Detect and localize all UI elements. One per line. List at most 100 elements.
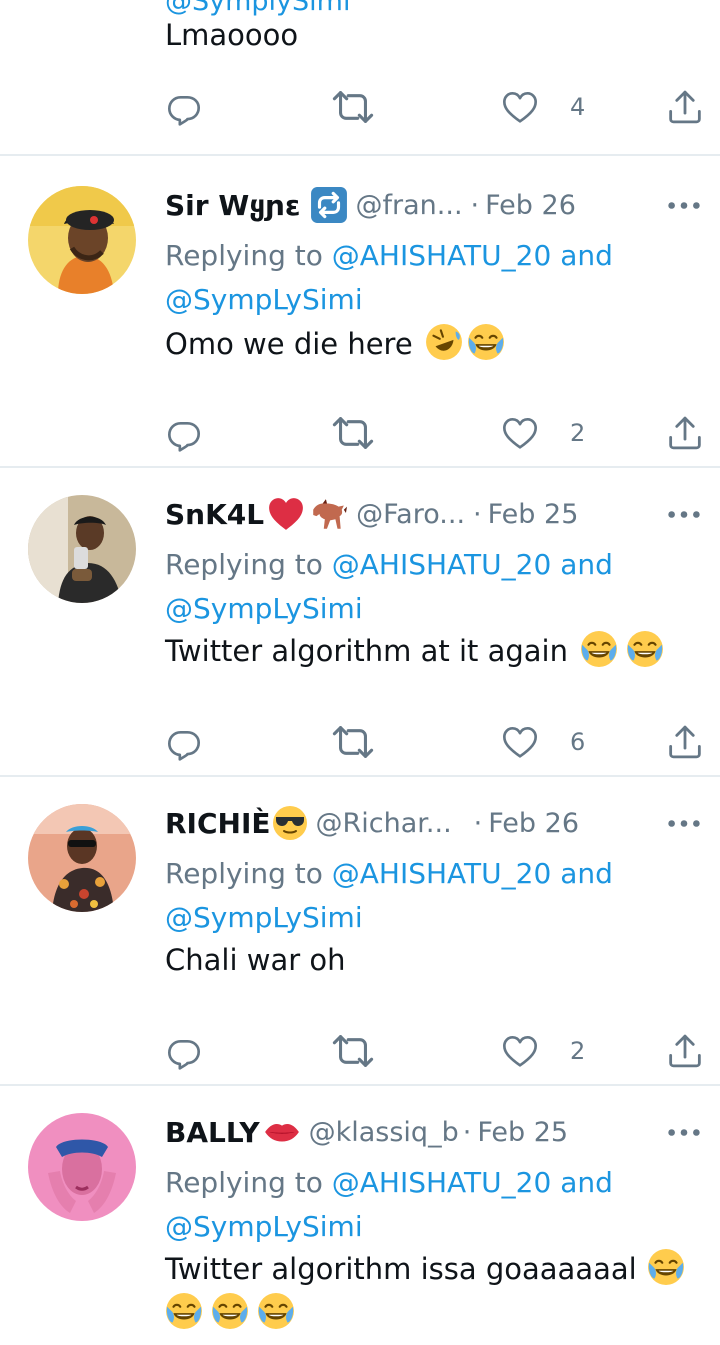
share-icon [664,1030,706,1072]
user-handle[interactable]: @fran... [356,190,463,221]
tweet-text-container: Twitter algorithm issa goaaaaaal [165,1247,710,1335]
mention-link[interactable]: @AHISHATU_20 [332,239,552,272]
tweet-actions: 6 [0,717,720,767]
separator-dot: · [473,807,483,839]
avatar[interactable] [28,186,136,294]
tweet-text: Omo we die here [165,327,413,361]
reply-icon [164,413,204,453]
avatar[interactable] [28,1113,136,1221]
tweet-partial[interactable]: @SymplySimi Lmaoooo 4 [0,0,720,156]
avatar[interactable] [28,804,136,912]
more-icon [667,509,701,520]
replying-to: Replying to @AHISHATU_20 and @SympLySimi [165,234,685,322]
share-button[interactable] [664,408,706,458]
replying-to-label: Replying to [165,548,323,581]
more-button[interactable] [664,188,704,222]
tears-of-joy-emoji [580,630,618,668]
mention-link[interactable]: @SympLySimi [165,1210,363,1243]
reply-icon [164,1031,204,1071]
separator-dot: · [462,1116,472,1148]
tweet[interactable]: RICHIÈ @Richar... · Feb 26 Replying to @… [0,776,720,1086]
tears-of-joy-emoji [626,630,664,668]
and-others-link[interactable]: and [560,1166,613,1199]
replying-to: Replying to @AHISHATU_20 and @SympLySimi [165,1161,685,1249]
mention-link[interactable]: @AHISHATU_20 [332,857,552,890]
like-button[interactable]: 4 [500,82,585,132]
more-icon [667,818,701,829]
tweet-date[interactable]: Feb 25 [477,1117,568,1148]
tweet-text-container: Twitter algorithm at it again [165,629,710,673]
replying-to-label: Replying to [165,239,323,272]
reply-button[interactable] [164,82,204,132]
tweet-date[interactable]: Feb 26 [488,808,579,839]
reply-button[interactable] [164,408,204,458]
more-button[interactable] [664,497,704,531]
retweet-button[interactable] [330,408,376,458]
reply-button[interactable] [164,717,204,767]
avatar[interactable] [28,495,136,603]
like-button[interactable]: 2 [500,1026,585,1076]
and-others-link[interactable]: and [560,857,613,890]
like-button[interactable]: 2 [500,408,585,458]
kiss-lips-emoji [263,1113,301,1151]
tears-of-joy-emoji [165,1292,203,1330]
mention-link[interactable]: @SympLySimi [165,592,363,625]
heart-icon [500,722,540,762]
tears-of-joy-emoji [647,1248,685,1286]
avatar-image [28,186,136,294]
retweet-icon [330,719,376,765]
user-handle[interactable]: @Faro... [356,499,465,530]
tears-of-joy-emoji [467,323,505,361]
retweet-button[interactable] [330,82,376,132]
and-others-link[interactable]: and [560,548,613,581]
heart-icon [500,413,540,453]
like-button[interactable]: 6 [500,717,585,767]
like-count: 2 [570,419,586,447]
mention-link[interactable]: @AHISHATU_20 [332,548,552,581]
heart-icon [500,87,540,127]
heart-icon [500,1031,540,1071]
mention-link[interactable]: @SympLySimi [165,901,363,934]
like-count: 4 [570,93,586,121]
horse-emoji [308,495,348,533]
tweet[interactable]: BALLY @klassiq_b · Feb 25 Replying to @A… [0,1085,720,1345]
tweet-date[interactable]: Feb 26 [485,190,576,221]
rolling-laughing-emoji [425,323,463,361]
share-button[interactable] [664,717,706,767]
reply-icon [164,722,204,762]
display-name[interactable]: BALLY [165,1116,260,1149]
display-name[interactable]: RICHIÈ [165,807,271,840]
share-button[interactable] [664,82,706,132]
repeat-square-emoji [310,186,348,224]
retweet-icon [330,84,376,130]
user-handle[interactable]: @klassiq_b [309,1117,459,1148]
tweet-text: Lmaoooo [165,18,299,52]
partial-mention-link[interactable]: @SymplySimi [165,0,350,17]
reply-button[interactable] [164,1026,204,1076]
tweet[interactable]: SnK4L @Faro... · Feb 25 Replying to @AHI… [0,467,720,777]
retweet-button[interactable] [330,1026,376,1076]
avatar-image [28,804,136,912]
more-icon [667,200,701,211]
more-button[interactable] [664,806,704,840]
tweet-date[interactable]: Feb 25 [488,499,579,530]
user-handle[interactable]: @Richar... [316,808,452,839]
avatar-image [28,1113,136,1221]
separator-dot: · [470,189,480,221]
display-name[interactable]: SnK4L [165,498,264,531]
tweet-header: SnK4L @Faro... · Feb 25 [165,493,578,535]
replying-to: Replying to @AHISHATU_20 and @SympLySimi [165,543,685,631]
more-button[interactable] [664,1115,704,1149]
retweet-icon [330,410,376,456]
share-button[interactable] [664,1026,706,1076]
display-name[interactable]: Sir Wყɲɛ [165,189,301,222]
replying-to-label: Replying to [165,1166,323,1199]
and-others-link[interactable]: and [560,239,613,272]
mention-link[interactable]: @SympLySimi [165,283,363,316]
mention-link[interactable]: @AHISHATU_20 [332,1166,552,1199]
tweet-actions: 4 [0,82,720,132]
tweet-text-container: Omo we die here [165,322,710,366]
tweet[interactable]: Sir Wყɲɛ @fran... · Feb 26 Replying to @… [0,158,720,468]
retweet-button[interactable] [330,717,376,767]
tweet-actions: 2 [0,1026,720,1076]
